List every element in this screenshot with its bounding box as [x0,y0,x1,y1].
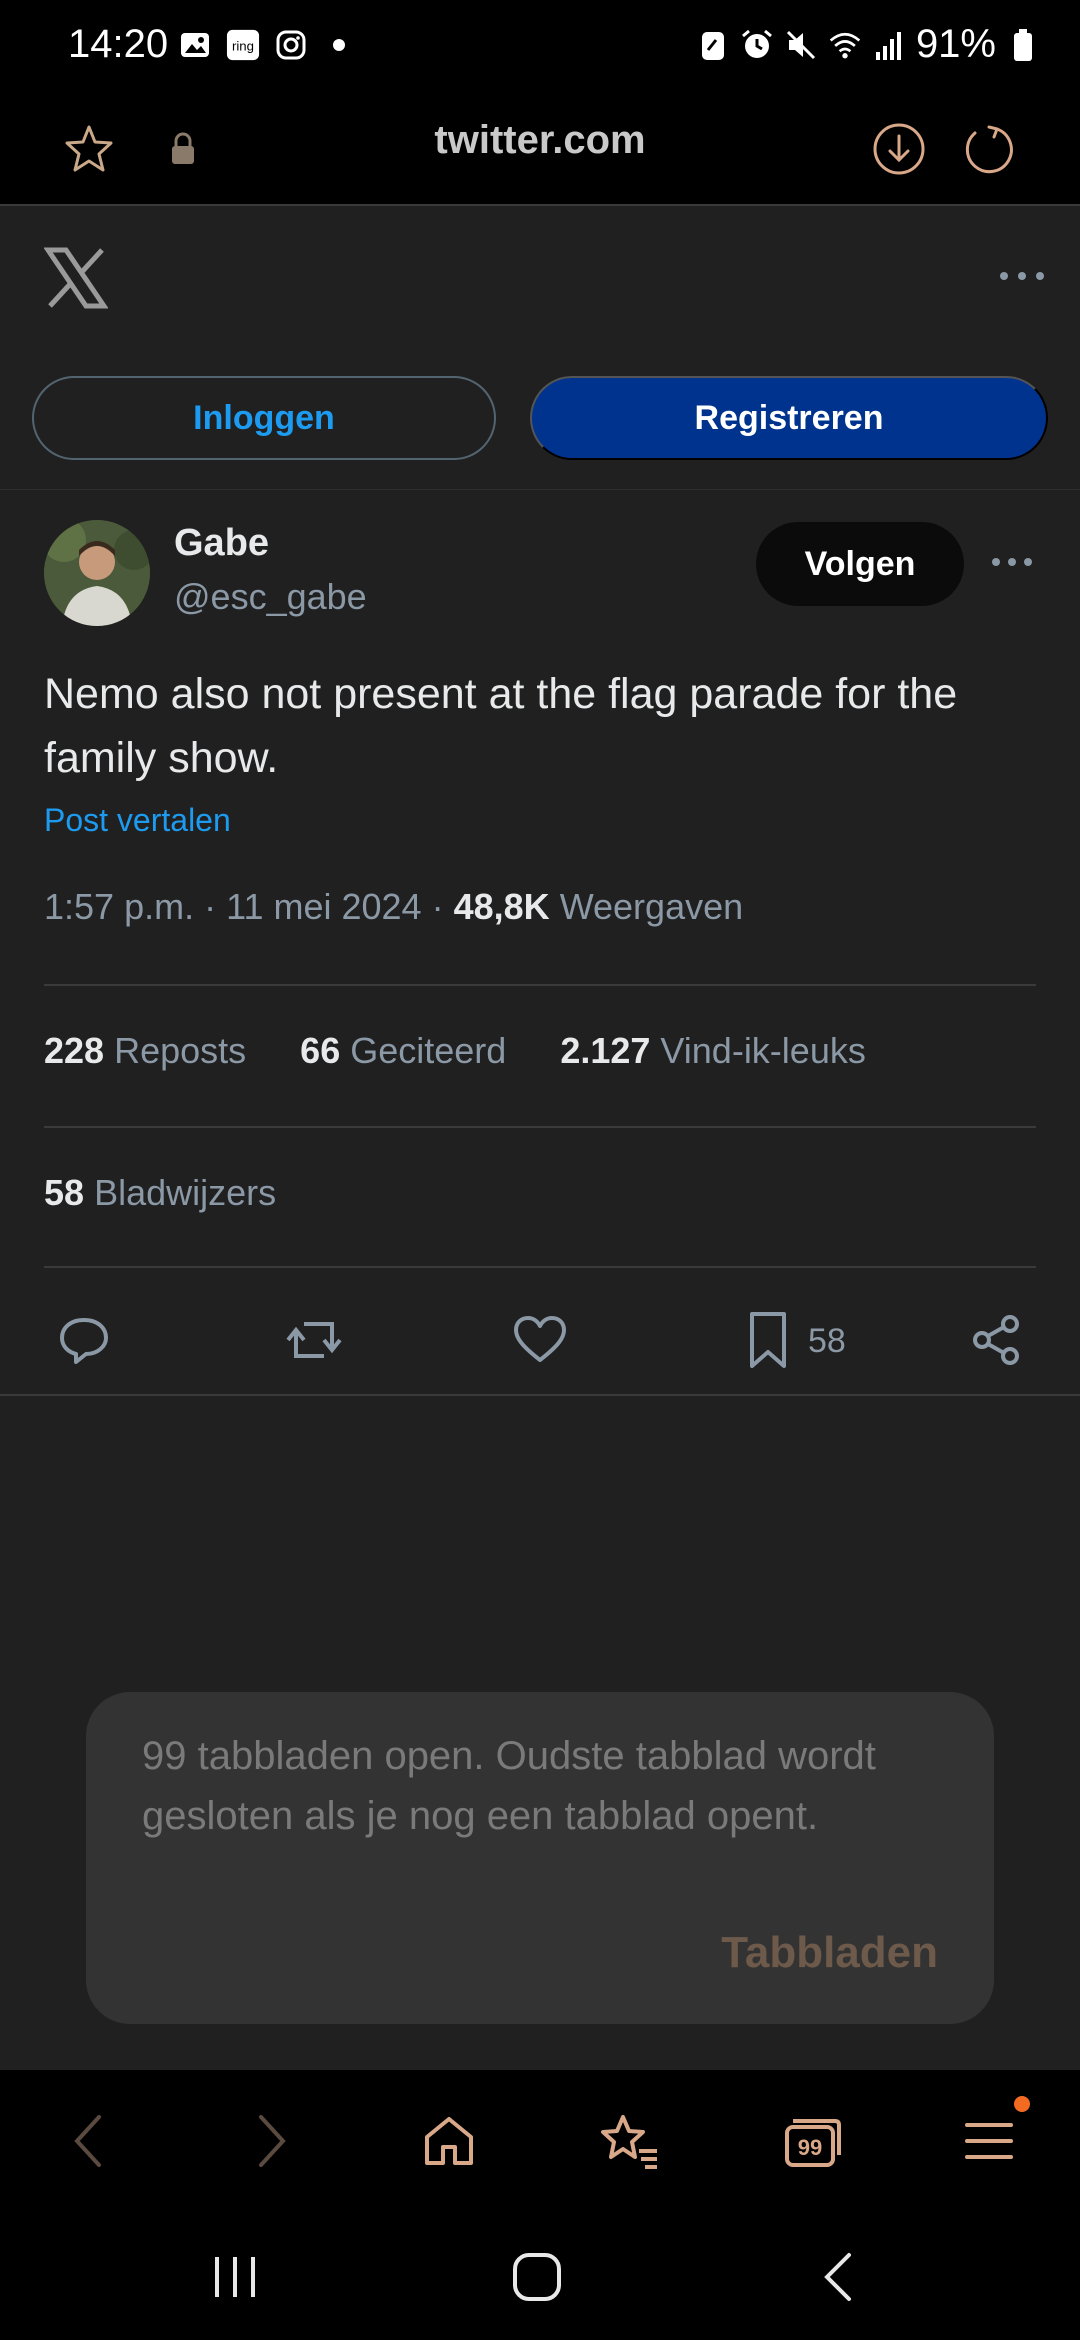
signal-icon [872,28,906,62]
tweet-time[interactable]: 1:57 p.m. [44,886,194,927]
divider [44,984,1036,986]
reply-icon[interactable] [54,1310,114,1370]
follow-button[interactable]: Volgen [756,522,964,606]
repost-icon[interactable] [284,1310,344,1370]
quotes-stat[interactable]: 66 Geciteerd [300,1030,506,1072]
battery-icon [1006,28,1040,62]
home-icon[interactable] [414,2106,484,2176]
system-home-icon[interactable] [502,2242,572,2312]
bookmark-action-count: 58 [808,1322,846,1360]
author-handle[interactable]: @esc_gabe [174,576,367,618]
bookmark-icon[interactable] [738,1310,798,1370]
divider [44,1126,1036,1128]
meta-separator: · [431,886,454,927]
like-icon[interactable] [510,1310,570,1370]
dot-icon [322,28,356,62]
avatar[interactable] [44,520,150,626]
register-button[interactable]: Registreren [530,376,1048,460]
tweet-date[interactable]: 11 mei 2024 [226,886,421,927]
divider [44,1266,1036,1268]
x-logo-icon[interactable] [43,246,109,310]
tabs-icon[interactable]: 99 [776,2106,846,2176]
ring-icon: ring [226,28,260,62]
reposts-count: 228 [44,1030,105,1071]
reposts-label: Reposts [114,1030,247,1071]
status-bar: 14:20 ring 91% [0,0,1080,96]
recent-apps-icon[interactable] [200,2242,270,2312]
views-label: Weergaven [559,886,744,927]
system-icons: 91% [696,22,1040,67]
views-count: 48,8K [453,886,550,927]
battery-percent: 91% [915,22,996,66]
menu-notification-badge [1014,2096,1030,2112]
back-icon[interactable] [54,2106,124,2176]
engagement-stats: 228 Reposts 66 Geciteerd 2.127 Vind-ik-l… [44,1030,866,1072]
bookmarks-icon[interactable] [594,2106,664,2176]
likes-count: 2.127 [560,1030,651,1071]
instagram-icon [274,28,308,62]
tweet-actions: 58 [0,1290,1080,1380]
tweet-meta: 1:57 p.m. · 11 mei 2024 · 48,8K Weergave… [44,886,743,928]
tweet-text: Nemo also not present at the flag parade… [44,670,958,782]
author-name[interactable]: Gabe [174,522,269,565]
toast-tabs-button[interactable]: Tabbladen [721,1928,938,1978]
bookmarks-label: Bladwijzers [94,1172,277,1213]
gallery-icon [178,28,212,62]
system-back-icon[interactable] [804,2242,874,2312]
battery-saver-icon [696,28,730,62]
notification-icons: ring [178,28,356,62]
system-navigation-bar [0,2210,1080,2340]
forward-icon[interactable] [236,2106,306,2176]
share-icon[interactable] [966,1310,1026,1370]
likes-label: Vind-ik-leuks [660,1030,866,1071]
bookmarks-count: 58 [44,1172,85,1213]
tabs-count: 99 [798,2135,822,2160]
toast-message: 99 tabbladen open. Oudste tabblad wordt … [142,1734,876,1838]
meta-separator: · [204,886,227,927]
likes-stat[interactable]: 2.127 Vind-ik-leuks [560,1030,866,1072]
wifi-icon [828,28,862,62]
bookmarks-stat[interactable]: 58 Bladwijzers [44,1172,276,1214]
login-button[interactable]: Inloggen [32,376,496,460]
browser-url-bar: twitter.com [0,96,1080,206]
menu-icon[interactable] [954,2106,1024,2176]
site-header: Inloggen Registreren [0,206,1080,490]
translate-link[interactable]: Post vertalen [44,802,231,839]
ring-logo-text: ring [232,39,254,54]
mute-icon [784,28,818,62]
download-icon[interactable] [864,114,934,184]
tweet-more-icon[interactable] [984,542,1040,582]
status-time: 14:20 [68,22,169,66]
tabs-limit-toast: 99 tabbladen open. Oudste tabblad wordt … [86,1692,994,2024]
quotes-count: 66 [300,1030,341,1071]
browser-toolbar: 99 [0,2070,1080,2210]
more-options-icon[interactable] [992,256,1052,296]
reload-icon[interactable] [954,114,1024,184]
quotes-label: Geciteerd [350,1030,507,1071]
reposts-stat[interactable]: 228 Reposts [44,1030,246,1072]
tweet: Gabe @esc_gabe Volgen Nemo also not pres… [0,490,1080,1396]
alarm-icon [740,28,774,62]
